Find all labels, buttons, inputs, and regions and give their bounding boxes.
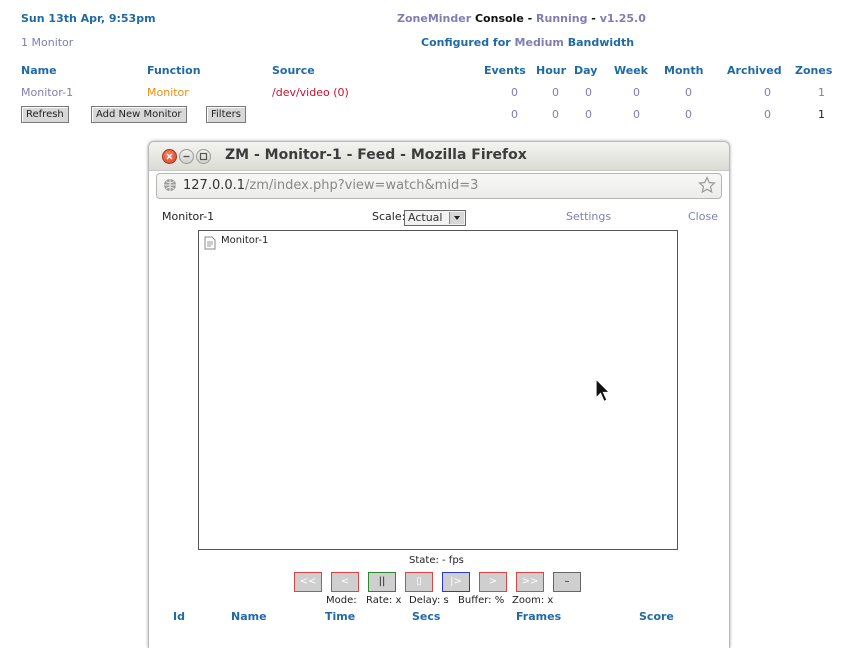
url-bar[interactable]: 127.0.0.1/zm/index.php?view=watch&mid=3 [156, 173, 722, 199]
step-back-button[interactable]: < [331, 572, 359, 592]
monitor-function-link[interactable]: Monitor [147, 86, 189, 99]
total-zones: 1 [818, 108, 825, 121]
events-col-time: Time [325, 610, 356, 623]
total-events[interactable]: 0 [488, 108, 518, 121]
minimize-window-icon[interactable] [179, 149, 194, 164]
step-forward-button[interactable]: > [479, 572, 507, 592]
play-button[interactable]: |> [442, 572, 470, 592]
image-alt-text: Monitor-1 [221, 235, 269, 246]
row-zones[interactable]: 1 [795, 86, 825, 99]
col-hour: Hour [536, 64, 567, 77]
monitor-source-link[interactable]: /dev/video (0) [272, 86, 349, 99]
col-month: Month [664, 64, 704, 77]
events-col-score: Score [639, 610, 674, 623]
monitor-name: Monitor-1 [162, 210, 215, 223]
events-col-id: Id [173, 610, 185, 623]
fast-rewind-button[interactable]: << [294, 572, 322, 592]
app-name[interactable]: ZoneMinder [397, 12, 471, 25]
row-month[interactable]: 0 [662, 86, 692, 99]
monitor-count: 1 Monitor [21, 36, 74, 49]
add-new-monitor-button[interactable]: Add New Monitor [91, 106, 187, 123]
delay-status: Delay: s [409, 595, 449, 606]
total-week[interactable]: 0 [610, 108, 640, 121]
events-col-name: Name [231, 610, 267, 623]
console-label: Console [474, 12, 524, 25]
col-archived: Archived [727, 64, 782, 77]
settings-link[interactable]: Settings [566, 210, 611, 223]
zoom-status: Zoom: x [512, 595, 554, 606]
col-name: Name [21, 64, 57, 77]
monitor-name-link[interactable]: Monitor-1 [21, 86, 73, 99]
stream-state: State: - fps [409, 555, 464, 566]
pause-button[interactable]: || [368, 572, 396, 592]
maximize-window-icon[interactable] [196, 149, 211, 164]
bandwidth-link[interactable]: Medium [515, 36, 564, 49]
close-window-icon[interactable] [162, 149, 177, 164]
refresh-button[interactable]: Refresh [21, 106, 69, 123]
datetime: Sun 13th Apr, 9:53pm [21, 12, 156, 25]
mode-status: Mode: [326, 595, 357, 606]
window-title: ZM - Monitor-1 - Feed - Mozilla Firefox [225, 147, 527, 163]
row-archived[interactable]: 0 [741, 86, 771, 99]
col-source: Source [272, 64, 315, 77]
col-day: Day [574, 64, 598, 77]
total-day[interactable]: 0 [562, 108, 592, 121]
events-col-secs: Secs [412, 610, 441, 623]
filters-button[interactable]: Filters [206, 106, 246, 123]
broken-image-icon [204, 236, 216, 253]
total-month[interactable]: 0 [662, 108, 692, 121]
row-week[interactable]: 0 [610, 86, 640, 99]
zoom-out-button[interactable]: – [553, 572, 581, 592]
close-link[interactable]: Close [688, 210, 718, 223]
events-col-frames: Frames [516, 610, 562, 623]
chevron-down-icon[interactable] [449, 212, 464, 224]
stop-button[interactable]: ▯ [405, 572, 433, 592]
globe-icon[interactable] [163, 178, 177, 195]
window-titlebar[interactable]: ZM - Monitor-1 - Feed - Mozilla Firefox [149, 142, 729, 171]
scale-label: Scale: [372, 210, 406, 223]
bookmark-star-icon[interactable] [698, 176, 716, 197]
fast-forward-button[interactable]: >> [516, 572, 544, 592]
buffer-status: Buffer: % [458, 595, 505, 606]
row-hour[interactable]: 0 [529, 86, 559, 99]
run-state-link[interactable]: Running [536, 12, 587, 25]
col-events: Events [484, 64, 526, 77]
row-day[interactable]: 0 [562, 86, 592, 99]
rate-status: Rate: x [366, 595, 402, 606]
bandwidth-info: Configured for Medium Bandwidth [421, 36, 635, 49]
total-archived[interactable]: 0 [741, 108, 771, 121]
col-function: Function [147, 64, 201, 77]
mouse-cursor-icon [595, 377, 613, 407]
total-hour[interactable]: 0 [529, 108, 559, 121]
scale-select[interactable]: Actual [404, 210, 466, 226]
feed-popup-window: ZM - Monitor-1 - Feed - Mozilla Firefox … [148, 141, 730, 648]
console-heading: ZoneMinder Console - Running - v1.25.0 [397, 12, 646, 25]
url-text[interactable]: 127.0.0.1/zm/index.php?view=watch&mid=3 [183, 178, 478, 193]
col-zones: Zones [795, 64, 833, 77]
col-week: Week [614, 64, 648, 77]
version-link[interactable]: v1.25.0 [600, 12, 646, 25]
row-events[interactable]: 0 [488, 86, 518, 99]
